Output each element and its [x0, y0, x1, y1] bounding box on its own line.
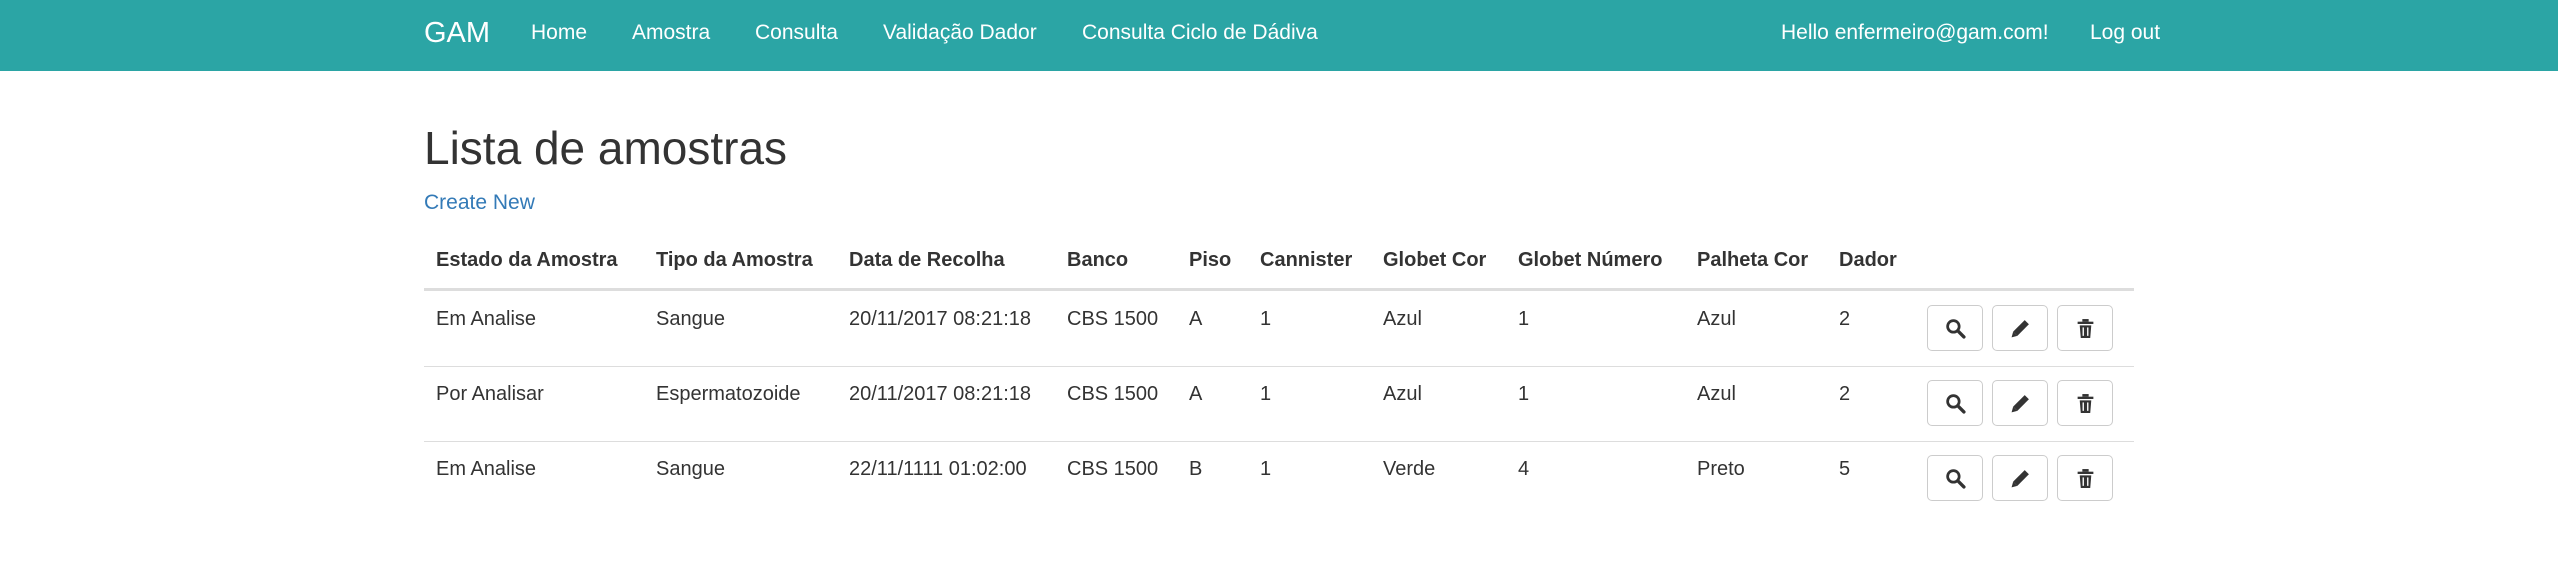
- cell-cannister: 1: [1260, 383, 1272, 405]
- cell-globet-numero: 1: [1518, 308, 1530, 330]
- cell-estado: Em Analise: [436, 458, 537, 480]
- delete-button[interactable]: [2057, 455, 2113, 501]
- cell-piso: B: [1189, 458, 1203, 480]
- logout-button[interactable]: Log out: [2090, 0, 2160, 66]
- edit-button[interactable]: [1992, 380, 2048, 426]
- cell-dador: 2: [1839, 383, 1851, 405]
- trash-icon: [2077, 319, 2094, 338]
- cell-piso: A: [1189, 383, 1203, 405]
- cell-palheta-cor: Azul: [1697, 383, 1736, 405]
- search-icon: [1946, 394, 1966, 414]
- cell-data: 22/11/1111 01:02:00: [849, 458, 1027, 480]
- nav-link-amostra[interactable]: Amostra: [632, 0, 710, 66]
- nav-link-consulta[interactable]: Consulta: [755, 0, 838, 66]
- top-navbar: GAM Home Amostra Consulta Validação Dado…: [0, 0, 2558, 71]
- cell-estado: Por Analisar: [436, 383, 544, 405]
- details-button[interactable]: [1927, 305, 1983, 351]
- create-new-link[interactable]: Create New: [424, 188, 535, 218]
- column-header-tipo: Tipo da Amostra: [656, 249, 813, 271]
- cell-palheta-cor: Preto: [1697, 458, 1745, 480]
- cell-globet-numero: 4: [1518, 458, 1530, 480]
- samples-table: Estado da Amostra Tipo da Amostra Data d…: [424, 232, 2134, 501]
- column-header-dador: Dador: [1839, 249, 1897, 271]
- trash-icon: [2077, 469, 2094, 488]
- cell-piso: A: [1189, 308, 1203, 330]
- nav-link-validacao-dador[interactable]: Validação Dador: [883, 0, 1037, 66]
- pencil-icon: [2011, 320, 2029, 338]
- cell-data: 20/11/2017 08:21:18: [849, 308, 1032, 330]
- details-button[interactable]: [1927, 455, 1983, 501]
- edit-button[interactable]: [1992, 455, 2048, 501]
- cell-dador: 5: [1839, 458, 1851, 480]
- table-row: Por Analisar Espermatozoide 20/11/2017 0…: [424, 366, 2134, 441]
- column-header-cannister: Cannister: [1260, 249, 1353, 271]
- cell-cannister: 1: [1260, 308, 1272, 330]
- column-header-estado: Estado da Amostra: [436, 249, 618, 271]
- delete-button[interactable]: [2057, 305, 2113, 351]
- cell-estado: Em Analise: [436, 308, 537, 330]
- page-title: Lista de amostras: [424, 122, 788, 174]
- cell-globet-numero: 1: [1518, 383, 1530, 405]
- cell-data: 20/11/2017 08:21:18: [849, 383, 1032, 405]
- cell-globet-cor: Azul: [1383, 383, 1422, 405]
- column-header-piso: Piso: [1189, 249, 1232, 271]
- table-row: Em Analise Sangue 22/11/1111 01:02:00 CB…: [424, 441, 2134, 516]
- cell-palheta-cor: Azul: [1697, 308, 1736, 330]
- user-greeting-link[interactable]: Hello enfermeiro@gam.com!: [1781, 0, 2049, 66]
- trash-icon: [2077, 394, 2094, 413]
- details-button[interactable]: [1927, 380, 1983, 426]
- pencil-icon: [2011, 395, 2029, 413]
- search-icon: [1946, 319, 1966, 339]
- nav-link-home[interactable]: Home: [531, 0, 587, 66]
- cell-cannister: 1: [1260, 458, 1272, 480]
- cell-banco: CBS 1500: [1067, 383, 1159, 405]
- cell-tipo: Espermatozoide: [656, 383, 801, 405]
- cell-globet-cor: Azul: [1383, 308, 1422, 330]
- cell-tipo: Sangue: [656, 458, 725, 480]
- cell-dador: 2: [1839, 308, 1851, 330]
- cell-globet-cor: Verde: [1383, 458, 1436, 480]
- column-header-data: Data de Recolha: [849, 249, 1005, 271]
- cell-tipo: Sangue: [656, 308, 725, 330]
- pencil-icon: [2011, 470, 2029, 488]
- nav-link-consulta-ciclo[interactable]: Consulta Ciclo de Dádiva: [1082, 0, 1318, 66]
- column-header-globet-cor: Globet Cor: [1383, 249, 1487, 271]
- column-header-banco: Banco: [1067, 249, 1129, 271]
- column-header-globet-numero: Globet Número: [1518, 249, 1663, 271]
- column-header-palheta-cor: Palheta Cor: [1697, 249, 1809, 271]
- cell-banco: CBS 1500: [1067, 458, 1159, 480]
- delete-button[interactable]: [2057, 380, 2113, 426]
- cell-banco: CBS 1500: [1067, 308, 1159, 330]
- search-icon: [1946, 469, 1966, 489]
- edit-button[interactable]: [1992, 305, 2048, 351]
- brand-link[interactable]: GAM: [424, 0, 490, 66]
- table-row: Em Analise Sangue 20/11/2017 08:21:18 CB…: [424, 291, 2134, 366]
